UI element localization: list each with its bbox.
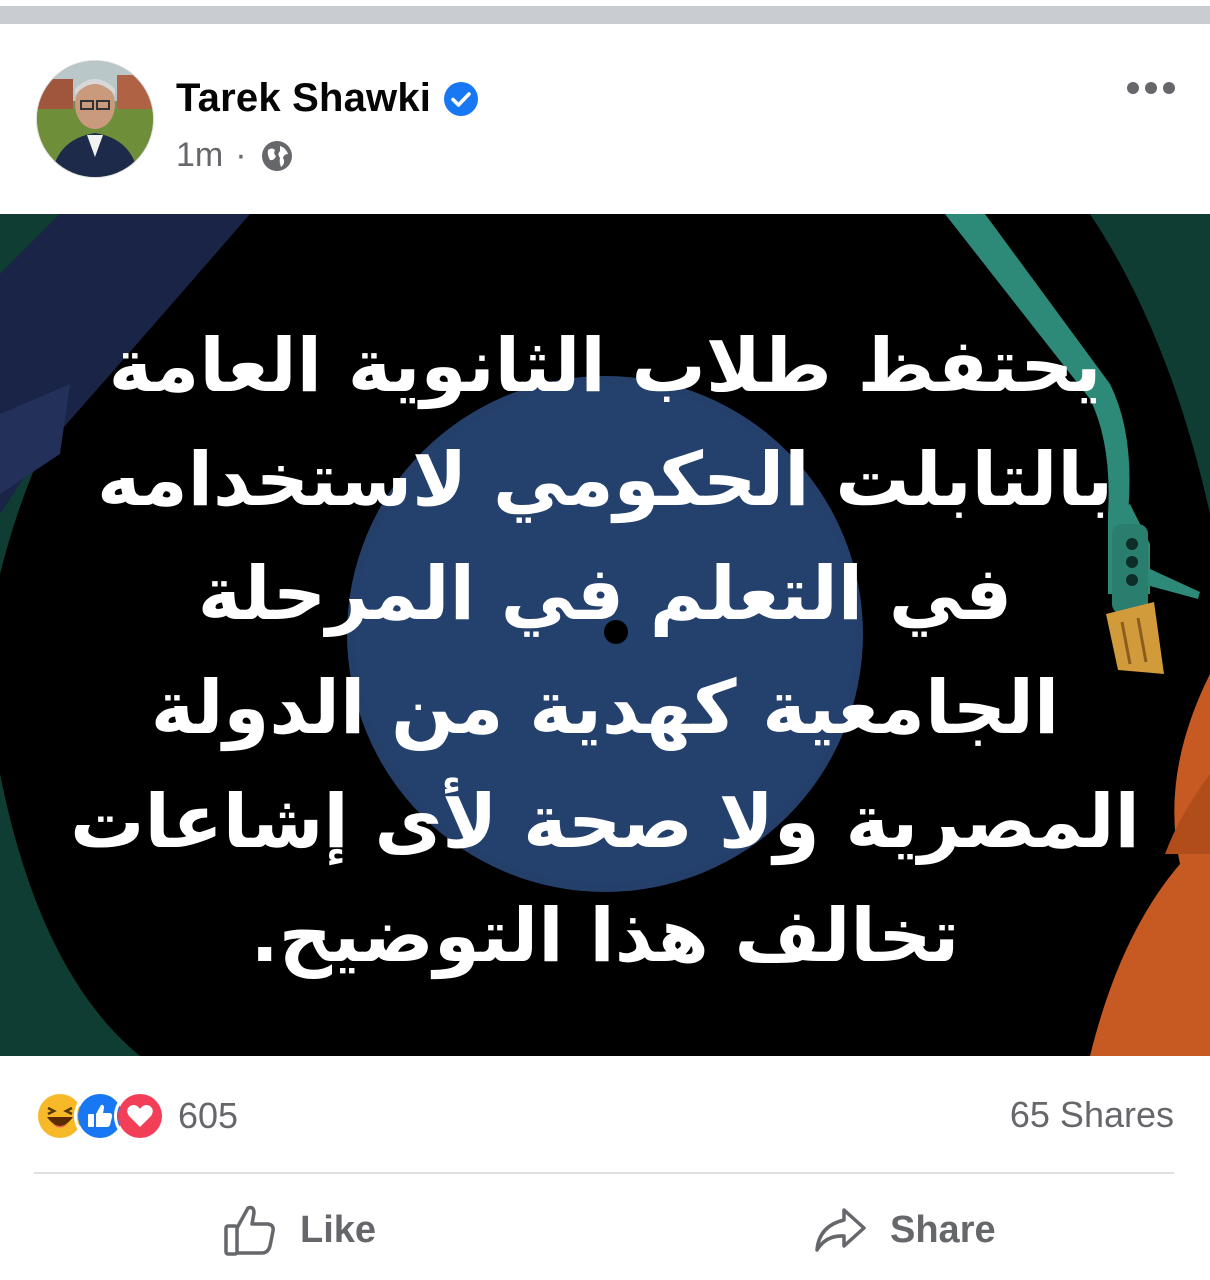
meta-separator: · [235,136,247,174]
post-stats: 605 65 Shares [34,1090,1174,1146]
like-button[interactable]: Like [222,1202,376,1258]
post-image-text: يحتفظ طلاب الثانوية العامة بالتابلت الحك… [70,323,1140,979]
more-options-icon[interactable] [1126,80,1176,96]
love-reaction-icon [114,1090,166,1142]
reaction-count: 605 [178,1095,239,1136]
share-arrow-icon [815,1208,866,1252]
post-image[interactable]: يحتفظ طلاب الثانوية العامة بالتابلت الحك… [0,214,1210,1056]
post-time[interactable]: 1m [176,136,223,175]
author-name[interactable]: Tarek Shawki [176,76,431,121]
like-thumb-icon [224,1205,275,1256]
author-avatar[interactable] [36,60,154,178]
share-label: Share [890,1208,996,1251]
post-header: Tarek Shawki 1m · [0,24,1210,214]
verified-badge-icon [444,81,479,116]
top-separator [0,0,1210,24]
like-label: Like [300,1208,377,1251]
globe-icon [261,140,292,171]
post-actions: Like Share [0,1190,1210,1280]
reaction-summary[interactable]: 605 [34,1090,238,1142]
share-button[interactable]: Share [812,1202,996,1258]
share-count[interactable]: 65 Shares [1010,1094,1174,1136]
action-divider [34,1172,1174,1174]
